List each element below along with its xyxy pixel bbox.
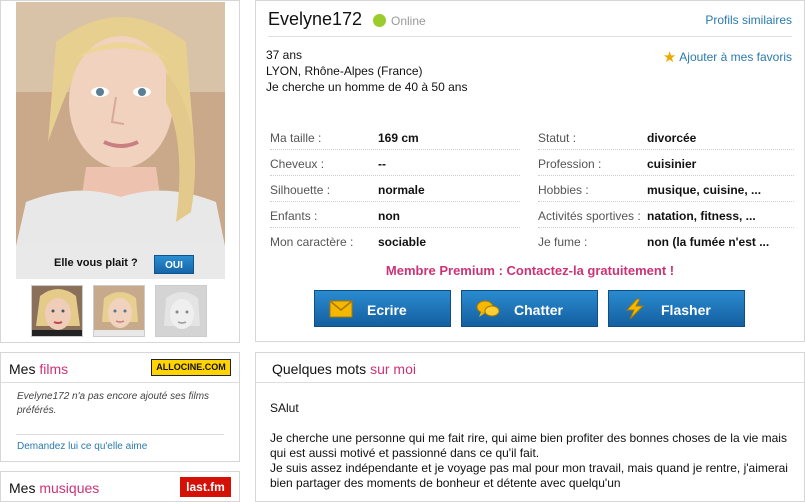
profile-location: LYON, Rhône-Alpes (France) [266, 64, 423, 78]
premium-notice[interactable]: Membre Premium : Contactez-la gratuiteme… [256, 263, 804, 278]
music-heading-accent: musiques [39, 480, 100, 496]
profile-seeking: Je cherche un homme de 40 à 50 ans [266, 80, 468, 94]
thumbnail-photo-1[interactable] [31, 285, 83, 337]
write-label: Ecrire [367, 302, 407, 318]
attr-row-silhouette: Silhouette : normale [270, 176, 520, 202]
lastfm-logo[interactable]: last.fm [180, 477, 231, 497]
chat-bubbles-icon [476, 300, 500, 317]
header-divider [268, 36, 792, 37]
attr-row-profession: Profession : cuisinier [538, 150, 794, 176]
chat-button[interactable]: Chatter [461, 290, 598, 327]
music-heading-prefix: Mes [9, 480, 40, 496]
attr-value: natation, fitness, ... [647, 209, 756, 223]
attr-label: Silhouette : [270, 183, 331, 197]
films-inner-divider [16, 434, 224, 435]
attr-label: Mon caractère : [270, 235, 354, 249]
similar-profiles-link[interactable]: Profils similaires [705, 13, 792, 27]
profile-age: 37 ans [266, 48, 303, 62]
attr-label: Statut : [538, 131, 577, 145]
attr-label: Profession : [538, 157, 602, 171]
attr-row-smoking: Je fume : non (la fumée n'est ... [538, 228, 794, 254]
add-favorite-label: Ajouter à mes favoris [679, 50, 792, 64]
main-profile-photo[interactable] [16, 2, 225, 246]
attr-row-children: Enfants : non [270, 202, 520, 228]
attr-label: Activités sportives : [538, 209, 641, 223]
lightning-icon [625, 299, 645, 319]
like-question: Elle vous plait ? [54, 257, 138, 269]
online-status-icon [373, 14, 386, 27]
films-heading-prefix: Mes [9, 361, 40, 377]
about-paragraph-1: Je cherche une personne qui me fait rire… [270, 431, 787, 460]
attr-row-sports: Activités sportives : natation, fitness,… [538, 202, 794, 228]
about-paragraph-2: Je suis assez indépendante et je voyage … [270, 461, 788, 490]
attr-value: normale [378, 183, 425, 197]
attr-value: non (la fumée n'est ... [647, 235, 770, 249]
films-heading: Mes films [9, 361, 68, 377]
yes-button[interactable]: OUI [154, 255, 194, 274]
like-bar: Elle vous plait ? OUI [16, 246, 225, 279]
attributes-left: Ma taille : 169 cm Cheveux : -- Silhouet… [270, 124, 520, 254]
attr-row-hobbies: Hobbies : musique, cuisine, ... [538, 176, 794, 202]
profile-panel: Evelyne172 Online Profils similaires 37 … [255, 0, 805, 342]
attr-label: Je fume : [538, 235, 588, 249]
star-icon: ★ [662, 49, 677, 66]
profile-summary: 37 ans LYON, Rhône-Alpes (France) Je che… [266, 47, 467, 95]
attr-label: Hobbies : [538, 183, 589, 197]
attributes-right: Statut : divorcée Profession : cuisinier… [538, 124, 794, 254]
about-greeting: SAlut [270, 401, 299, 415]
attr-label: Cheveux : [270, 157, 325, 171]
photo-panel: Elle vous plait ? OUI [0, 0, 240, 343]
about-divider [256, 382, 804, 383]
attr-value: -- [378, 157, 386, 171]
attr-value: divorcée [647, 131, 697, 145]
films-panel: Mes films ALLOCINE.COM Evelyne172 n'a pa… [0, 352, 240, 462]
films-empty-message: Evelyne172 n'a pas encore ajouté ses fil… [17, 391, 210, 416]
profile-name: Evelyne172 [268, 9, 363, 29]
attr-label: Enfants : [270, 209, 318, 223]
chat-label: Chatter [514, 302, 564, 318]
flash-button[interactable]: Flasher [608, 290, 745, 327]
ask-films-link[interactable]: Demandez lui ce qu'elle aime [17, 441, 147, 452]
music-heading: Mes musiques [9, 480, 99, 496]
about-text: SAlut Je cherche une personne qui me fai… [270, 401, 790, 491]
attr-row-hair: Cheveux : -- [270, 150, 520, 176]
attr-row-character: Mon caractère : sociable [270, 228, 520, 254]
attr-row-status: Statut : divorcée [538, 124, 794, 150]
attr-row-height: Ma taille : 169 cm [270, 124, 520, 150]
films-heading-accent: films [39, 361, 69, 377]
thumbnail-photo-3[interactable] [155, 285, 207, 337]
allocine-logo[interactable]: ALLOCINE.COM [151, 359, 231, 376]
music-panel: Mes musiques last.fm [0, 471, 240, 502]
about-heading-prefix: Quelques mots [272, 361, 371, 377]
add-favorite-link[interactable]: ★ Ajouter à mes favoris [663, 48, 792, 66]
attr-value: musique, cuisine, ... [647, 183, 762, 197]
films-divider [1, 382, 239, 383]
flash-label: Flasher [661, 302, 711, 318]
attr-value: non [378, 209, 400, 223]
attr-value: cuisinier [647, 157, 697, 171]
attr-label: Ma taille : [270, 131, 322, 145]
thumbnail-photo-2[interactable] [93, 285, 145, 337]
about-heading-accent: sur moi [370, 361, 416, 377]
envelope-icon [329, 300, 353, 318]
about-heading: Quelques mots sur moi [272, 361, 416, 377]
write-button[interactable]: Ecrire [314, 290, 451, 327]
attr-value: 169 cm [378, 131, 419, 145]
online-status-label: Online [391, 14, 426, 28]
about-panel: Quelques mots sur moi SAlut Je cherche u… [255, 352, 805, 502]
attr-value: sociable [378, 235, 427, 249]
